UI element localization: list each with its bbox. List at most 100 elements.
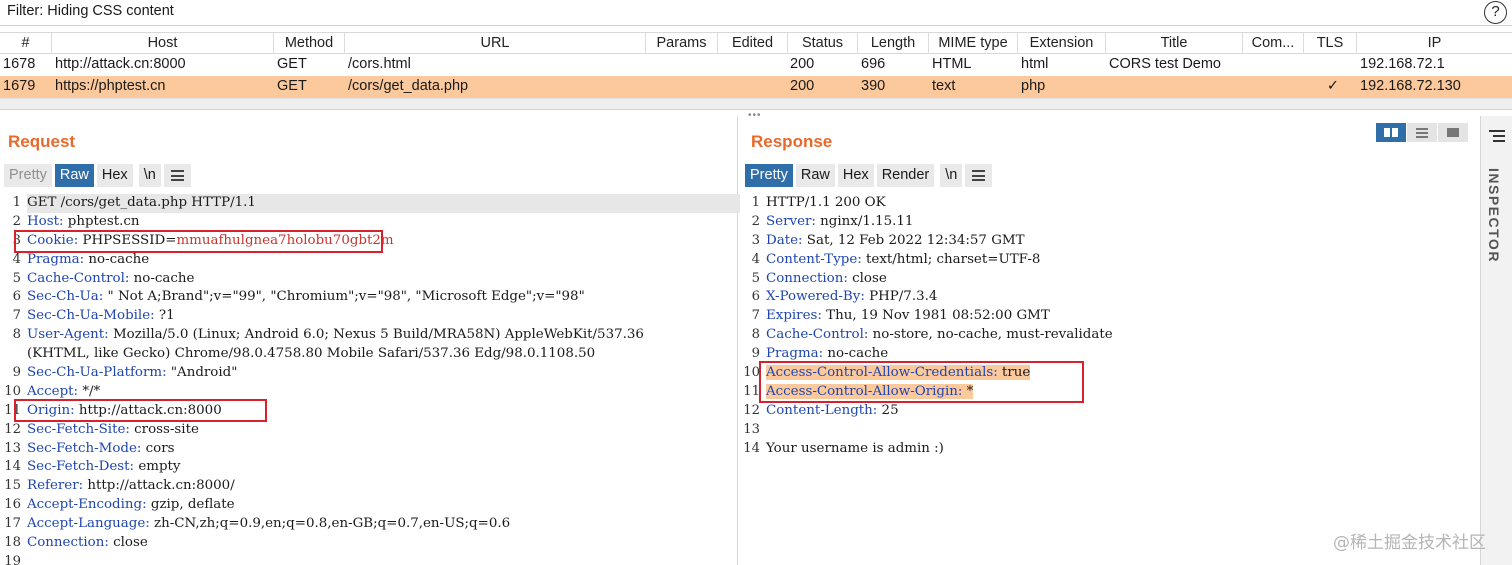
cell-length: 696 (861, 56, 886, 72)
line-text: Sec-Ch-Ua: " Not A;Brand";v="99", "Chrom… (27, 288, 585, 307)
col-header-method[interactable]: Method (274, 33, 345, 55)
header-name: Expires: (766, 308, 822, 324)
header-name: Sec-Fetch-Dest: (27, 459, 135, 475)
line-number: 4 (751, 251, 760, 267)
panel-divider[interactable] (737, 116, 738, 565)
code-line: 14 Sec-Fetch-Dest: empty (4, 458, 736, 477)
line-text: Sec-Ch-Ua-Mobile: ?1 (27, 307, 175, 326)
line-number: 11 (743, 383, 760, 399)
header-name: Connection: (27, 535, 109, 551)
line-text: Accept-Encoding: gzip, deflate (27, 496, 235, 515)
cell-host: http://attack.cn:8000 (55, 56, 186, 72)
code-line: (KHTML, like Gecko) Chrome/98.0.4758.80 … (4, 345, 736, 364)
cell-ip: 192.168.72.1 (1360, 56, 1445, 72)
line-text: Your username is admin :) (766, 440, 944, 456)
layout-stacked-icon[interactable] (1407, 123, 1437, 142)
response-tab-hex[interactable]: Hex (837, 164, 874, 187)
header-value: nginx/1.15.11 (815, 213, 914, 229)
header-value: cors (141, 440, 175, 456)
col-header-status[interactable]: Status (788, 33, 858, 55)
header-value: " Not A;Brand";v="99", "Chromium";v="98"… (103, 289, 585, 305)
layout-side-by-side-icon[interactable] (1376, 123, 1406, 142)
line-number: 18 (4, 535, 21, 551)
header-value: Sat, 12 Feb 2022 12:34:57 GMT (802, 232, 1025, 248)
line-text: GET /cors/get_data.php HTTP/1.1 (27, 195, 256, 210)
line-text: Referer: http://attack.cn:8000/ (27, 477, 235, 496)
line-number: 7 (751, 308, 760, 324)
col-header-params[interactable]: Params (646, 33, 718, 55)
col-header-ip[interactable]: IP (1357, 33, 1512, 55)
line-text: Content-Type: text/html; charset=UTF-8 (766, 251, 1040, 270)
header-value: http://attack.cn:8000/ (83, 478, 235, 494)
header-value: cross-site (129, 421, 199, 437)
line-text: Date: Sat, 12 Feb 2022 12:34:57 GMT (766, 232, 1025, 251)
cell-method: GET (277, 56, 307, 72)
line-number: 14 (743, 440, 760, 456)
header-name: Host: (27, 213, 64, 229)
col-header-comment[interactable]: Com... (1243, 33, 1304, 55)
col-header-edited[interactable]: Edited (718, 33, 788, 55)
cell-extension: html (1021, 56, 1049, 72)
line-text: Sec-Ch-Ua-Platform: "Android" (27, 364, 237, 383)
line-text: Sec-Fetch-Dest: empty (27, 458, 180, 477)
cell-mime: text (932, 78, 956, 94)
response-newline-toggle[interactable]: \n (940, 164, 963, 187)
cell-title: CORS test Demo (1109, 56, 1221, 72)
response-menu-icon[interactable] (965, 164, 993, 187)
col-header-host[interactable]: Host (52, 33, 274, 55)
line-text: Sec-Fetch-Mode: cors (27, 440, 175, 459)
col-header-tls[interactable]: TLS (1304, 33, 1357, 55)
col-header-extension[interactable]: Extension (1018, 33, 1106, 55)
header-value: gzip, deflate (146, 497, 235, 513)
response-title: Response (751, 132, 833, 151)
code-line: 9 Sec-Ch-Ua-Platform: "Android" (4, 364, 736, 383)
col-header-num[interactable]: # (0, 33, 52, 55)
request-newline-toggle[interactable]: \n (138, 164, 161, 187)
line-number: 14 (4, 459, 21, 475)
line-text: Connection: close (27, 534, 148, 553)
header-value: 25 (877, 402, 899, 418)
line-number: 2 (751, 213, 760, 229)
filter-bar[interactable]: Filter: Hiding CSS content ? (0, 0, 1512, 26)
line-number: 1 (12, 195, 21, 210)
layout-single-icon[interactable] (1438, 123, 1468, 142)
cell-tls (1304, 54, 1357, 76)
header-value: ?1 (154, 308, 175, 324)
col-header-title[interactable]: Title (1106, 33, 1243, 55)
line-text: Host: phptest.cn (27, 213, 139, 232)
response-tab-pretty[interactable]: Pretty (745, 164, 793, 187)
col-header-length[interactable]: Length (858, 33, 929, 55)
request-menu-icon[interactable] (163, 164, 191, 187)
inspector-label[interactable]: INSPECTOR (1486, 168, 1502, 263)
filter-text[interactable]: Filter: Hiding CSS content (7, 3, 174, 19)
table-row-selected[interactable]: 1679 https://phptest.cn GET /cors/get_da… (0, 76, 1512, 98)
header-name: Sec-Ch-Ua-Platform: (27, 365, 167, 381)
line-number: 15 (4, 478, 21, 494)
response-editor[interactable]: 1 HTTP/1.1 200 OK 2 Server: nginx/1.15.11 3 D… (743, 194, 1473, 458)
header-value: no-cache (129, 270, 195, 286)
help-icon[interactable]: ? (1484, 1, 1507, 24)
request-tab-raw[interactable]: Raw (54, 164, 94, 187)
response-tab-raw[interactable]: Raw (795, 164, 835, 187)
code-line: 14 Your username is admin :) (743, 440, 1473, 459)
request-tab-pretty[interactable]: Pretty (4, 164, 52, 187)
header-name: Cache-Control: (766, 327, 869, 343)
table-scroll-area[interactable] (0, 98, 1512, 110)
line-text: Cache-Control: no-store, no-cache, must-… (766, 326, 1113, 345)
header-value: zh-CN,zh;q=0.9,en;q=0.8,en-GB;q=0.7,en-U… (149, 516, 511, 532)
header-name: Sec-Ch-Ua: (27, 289, 104, 305)
response-tab-render[interactable]: Render (876, 164, 935, 187)
table-row[interactable]: 1678 http://attack.cn:8000 GET /cors.htm… (0, 54, 1512, 76)
splitter-handle-icon[interactable]: ••• (748, 110, 762, 121)
inspector-menu-icon[interactable] (1489, 130, 1505, 145)
col-header-url[interactable]: URL (345, 33, 646, 55)
cell-method: GET (277, 78, 307, 94)
line-number: 9 (12, 365, 21, 381)
header-name: Pragma: (766, 346, 824, 362)
header-value: no-cache (823, 346, 889, 362)
acao-highlight-box (759, 361, 1084, 403)
table-header: # Host Method URL Params Edited Status L… (0, 32, 1512, 55)
code-line: 4 Pragma: no-cache (4, 251, 736, 270)
request-tab-hex[interactable]: Hex (96, 164, 133, 187)
col-header-mime[interactable]: MIME type (929, 33, 1018, 55)
